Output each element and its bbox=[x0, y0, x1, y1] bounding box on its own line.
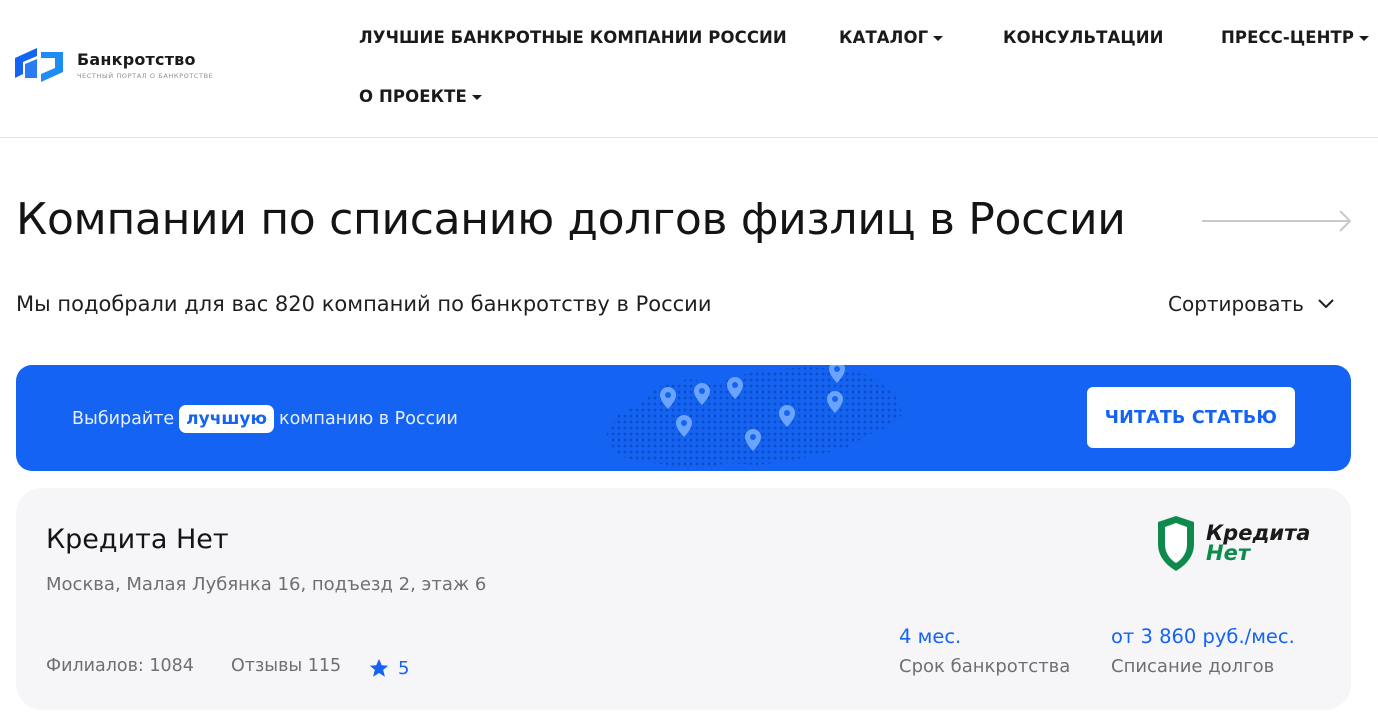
nav-catalog[interactable]: КАТАЛОГ bbox=[839, 28, 944, 47]
term-value: 4 мес. bbox=[899, 625, 962, 648]
nav-best-companies[interactable]: ЛУЧШИЕ БАНКРОТНЫЕ КОМПАНИИ РОССИИ bbox=[359, 28, 787, 47]
logo-title: Банкротство bbox=[77, 50, 196, 69]
logo-icon bbox=[15, 48, 63, 82]
banner-text-before: Выбирайте bbox=[72, 409, 175, 429]
caret-down-icon bbox=[933, 35, 944, 41]
company-name[interactable]: Кредита Нет bbox=[46, 524, 229, 555]
company-branches: Филиалов: 1084 bbox=[46, 656, 194, 676]
rating-value: 5 bbox=[398, 657, 410, 679]
banner-highlight: лучшую bbox=[179, 405, 275, 433]
company-reviews[interactable]: Отзывы 115 bbox=[231, 656, 341, 676]
caret-down-icon bbox=[1359, 35, 1370, 41]
caret-down-icon bbox=[471, 94, 482, 100]
sort-label: Сортировать bbox=[1168, 292, 1304, 316]
nav-press-center[interactable]: ПРЕСС-ЦЕНТР bbox=[1221, 28, 1370, 47]
nav-catalog-label: КАТАЛОГ bbox=[839, 28, 929, 47]
nav-consultations-label: КОНСУЛЬТАЦИИ bbox=[1003, 28, 1164, 47]
term-label: Срок банкротства bbox=[899, 656, 1071, 677]
banner-text-after: компанию в России bbox=[279, 409, 458, 429]
site-header: Банкротство честный портал о банкротстве… bbox=[0, 0, 1378, 138]
company-address: Москва, Малая Лубянка 16, подъезд 2, эта… bbox=[46, 574, 487, 595]
nav-about-label: О ПРОЕКТЕ bbox=[359, 87, 467, 106]
arrow-right-icon[interactable] bbox=[1202, 209, 1354, 233]
sort-dropdown[interactable]: Сортировать bbox=[1168, 292, 1334, 316]
nav-press-center-label: ПРЕСС-ЦЕНТР bbox=[1221, 28, 1355, 47]
price-value: от 3 860 руб./мес. bbox=[1111, 625, 1295, 648]
promo-banner: Выбирайте лучшую компанию в России ЧИТАТ… bbox=[16, 365, 1351, 471]
logo-subtitle: честный портал о банкротстве bbox=[77, 72, 214, 80]
banner-text: Выбирайте лучшую компанию в России bbox=[72, 405, 458, 433]
russia-map-icon bbox=[606, 365, 902, 469]
page-title: Компании по списанию долгов физлиц в Рос… bbox=[16, 194, 1126, 245]
results-summary: Мы подобрали для вас 820 компаний по бан… bbox=[16, 292, 712, 316]
star-icon bbox=[369, 658, 389, 677]
company-logo-line2: Нет bbox=[1206, 541, 1252, 565]
nav-consultations[interactable]: КОНСУЛЬТАЦИИ bbox=[1003, 28, 1164, 47]
nav-best-companies-label: ЛУЧШИЕ БАНКРОТНЫЕ КОМПАНИИ РОССИИ bbox=[359, 28, 787, 47]
read-article-button[interactable]: ЧИТАТЬ СТАТЬЮ bbox=[1087, 387, 1295, 448]
nav-about[interactable]: О ПРОЕКТЕ bbox=[359, 87, 482, 106]
chevron-down-icon bbox=[1318, 299, 1334, 309]
company-rating: 5 bbox=[368, 657, 409, 679]
company-logo-icon: Кредита Нет bbox=[1158, 516, 1310, 571]
price-label: Списание долгов bbox=[1111, 656, 1275, 677]
company-card[interactable]: Кредита Нет Москва, Малая Лубянка 16, по… bbox=[16, 488, 1351, 710]
site-logo[interactable]: Банкротство честный портал о банкротстве bbox=[15, 48, 213, 82]
